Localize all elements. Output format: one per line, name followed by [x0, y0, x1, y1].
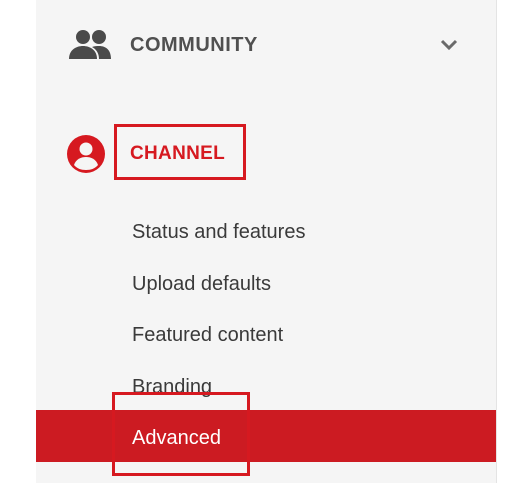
advanced-highlight-box	[112, 392, 250, 476]
screenshot-frame: COMMUNITY CHANNEL Status and features Up…	[0, 0, 506, 483]
account-circle-icon	[67, 135, 105, 173]
sidebar-item-channel[interactable]: CHANNEL	[36, 120, 496, 186]
sidebar-item-community[interactable]: COMMUNITY	[36, 18, 496, 70]
sidebar-subitem-advanced-selected[interactable]	[36, 410, 496, 462]
sidebar-item-channel-label: CHANNEL	[130, 143, 225, 164]
sidebar-subitem-status-and-features[interactable]: Status and features	[132, 219, 305, 245]
sidebar-subitem-featured-content[interactable]: Featured content	[132, 322, 283, 348]
people-icon	[69, 30, 111, 59]
sidebar-item-community-label: COMMUNITY	[130, 34, 258, 56]
settings-sidebar: COMMUNITY CHANNEL Status and features Up…	[36, 0, 497, 483]
chevron-down-icon[interactable]	[436, 32, 462, 58]
sidebar-subitem-upload-defaults[interactable]: Upload defaults	[132, 271, 271, 297]
